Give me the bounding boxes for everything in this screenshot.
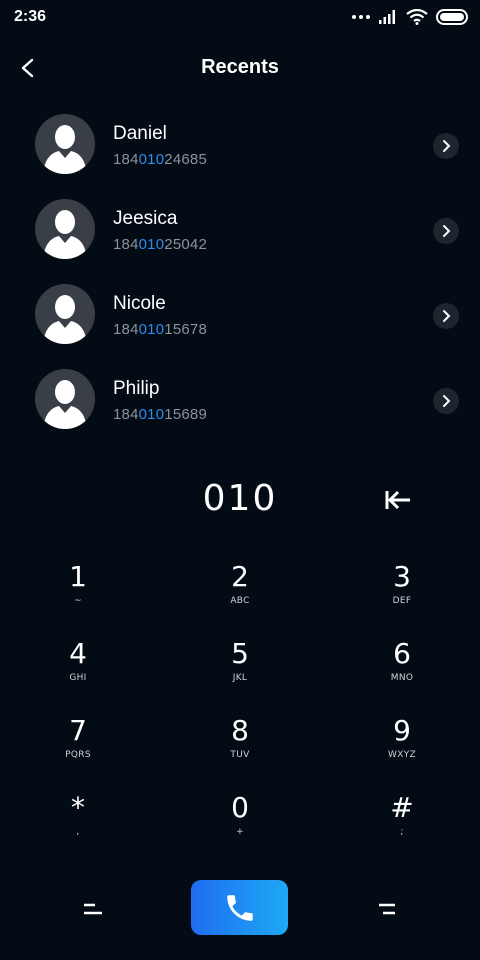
chevron-right-icon xyxy=(443,395,451,407)
wifi-icon xyxy=(406,9,428,25)
key-letters: GHI xyxy=(69,673,87,683)
key-hash[interactable]: # ; xyxy=(342,789,462,859)
contact-number: 18401025042 xyxy=(113,236,207,253)
call-button[interactable] xyxy=(191,880,288,935)
key-7[interactable]: 7 PQRS xyxy=(18,712,138,782)
number-match-highlight: 010 xyxy=(138,151,165,168)
person-icon xyxy=(43,380,87,429)
person-icon xyxy=(43,125,87,174)
key-letters: + xyxy=(236,827,244,837)
key-digit: 3 xyxy=(393,560,411,593)
key-digit: 7 xyxy=(69,714,87,747)
key-digit: 5 xyxy=(231,637,249,670)
key-digit: * xyxy=(71,791,85,824)
key-letters: ; xyxy=(400,827,404,837)
key-digit: 1 xyxy=(69,560,87,593)
key-letters: TUV xyxy=(230,750,250,760)
contact-row-nicole[interactable]: Nicole 18401015678 xyxy=(0,272,480,357)
key-3[interactable]: 3 DEF xyxy=(342,558,462,628)
collapse-keypad-button[interactable] xyxy=(82,896,106,920)
avatar xyxy=(35,284,95,344)
contact-row-daniel[interactable]: Daniel 18401024685 xyxy=(0,102,480,187)
key-digit: 9 xyxy=(393,714,411,747)
key-4[interactable]: 4 GHI xyxy=(18,635,138,705)
contact-row-jeesica[interactable]: Jeesica 18401025042 xyxy=(0,187,480,272)
contact-number: 18401015689 xyxy=(113,406,207,423)
backspace-arrow-icon xyxy=(385,490,410,510)
chevron-right-icon xyxy=(443,225,451,237)
menu-lines-icon xyxy=(379,903,395,915)
chevron-right-icon xyxy=(443,310,451,322)
contact-name: Jeesica xyxy=(113,208,178,229)
menu-lines-icon xyxy=(84,903,102,915)
contact-details-button[interactable] xyxy=(433,218,459,244)
key-1[interactable]: 1 ~ xyxy=(18,558,138,628)
contact-name: Philip xyxy=(113,378,160,399)
avatar xyxy=(35,199,95,259)
person-icon xyxy=(43,210,87,259)
battery-icon xyxy=(436,9,468,25)
more-dots-icon xyxy=(352,15,370,19)
contact-number: 18401015678 xyxy=(113,321,207,338)
page-title: Recents xyxy=(201,56,279,78)
key-digit: # xyxy=(390,791,414,824)
signal-icon xyxy=(379,10,395,24)
person-icon xyxy=(43,295,87,344)
contact-number: 18401024685 xyxy=(113,151,207,168)
phone-icon xyxy=(226,894,253,921)
key-2[interactable]: 2 ABC xyxy=(180,558,300,628)
key-digit: 4 xyxy=(69,637,87,670)
avatar xyxy=(35,114,95,174)
contact-details-button[interactable] xyxy=(433,388,459,414)
header: Recents xyxy=(0,44,480,92)
number-match-highlight: 010 xyxy=(138,321,165,338)
key-digit: 0 xyxy=(231,791,249,824)
backspace-button[interactable] xyxy=(382,488,414,512)
contact-name: Nicole xyxy=(113,293,166,314)
key-letters: WXYZ xyxy=(388,750,416,760)
number-match-highlight: 010 xyxy=(138,406,165,423)
key-9[interactable]: 9 WXYZ xyxy=(342,712,462,782)
status-bar: 2:36 xyxy=(0,0,480,34)
key-star[interactable]: * , xyxy=(18,789,138,859)
chevron-right-icon xyxy=(443,140,451,152)
key-letters: JKL xyxy=(232,673,248,683)
key-letters: PQRS xyxy=(65,750,91,760)
key-letters: , xyxy=(76,827,80,837)
key-letters: ABC xyxy=(230,596,250,606)
contact-row-philip[interactable]: Philip 18401015689 xyxy=(0,357,480,442)
contact-list: Daniel 18401024685 Jeesica 18401025042 N… xyxy=(0,102,480,442)
key-letters: MNO xyxy=(390,673,414,683)
key-letters: DEF xyxy=(392,596,412,606)
key-6[interactable]: 6 MNO xyxy=(342,635,462,705)
key-digit: 8 xyxy=(231,714,249,747)
status-icons xyxy=(352,7,468,27)
key-letters: ~ xyxy=(74,596,82,606)
key-5[interactable]: 5 JKL xyxy=(180,635,300,705)
key-digit: 6 xyxy=(393,637,411,670)
number-match-highlight: 010 xyxy=(138,236,165,253)
contact-name: Daniel xyxy=(113,123,167,144)
key-digit: 2 xyxy=(231,560,249,593)
status-time: 2:36 xyxy=(14,8,47,25)
avatar xyxy=(35,369,95,429)
more-options-button[interactable] xyxy=(376,896,400,920)
key-0[interactable]: 0 + xyxy=(180,789,300,859)
contact-details-button[interactable] xyxy=(433,303,459,329)
key-8[interactable]: 8 TUV xyxy=(180,712,300,782)
contact-details-button[interactable] xyxy=(433,133,459,159)
